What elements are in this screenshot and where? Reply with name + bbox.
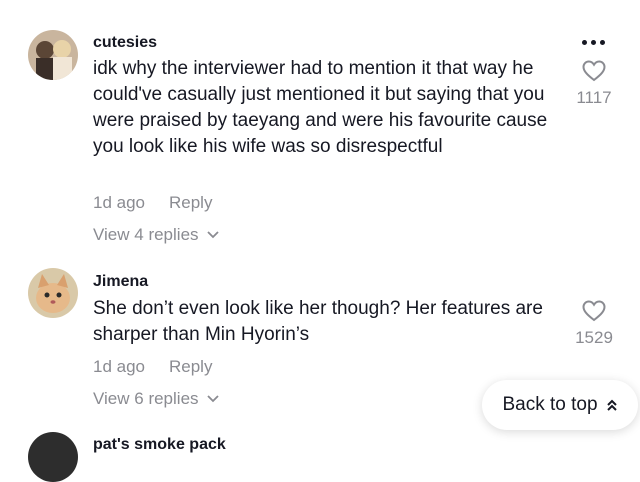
chevron-down-icon [206,395,219,403]
comment-meta: 1d ago Reply [93,357,212,377]
avatar[interactable] [28,432,78,482]
heart-icon [582,300,606,322]
username[interactable]: Jimena [93,273,148,291]
heart-icon [582,60,606,82]
view-replies-label: View 6 replies [93,389,199,408]
comment-text: idk why the interviewer had to mention i… [93,58,548,157]
comment-time: 1d ago [93,193,145,212]
like-button[interactable]: 1529 [564,300,624,348]
like-count: 1529 [575,328,613,347]
like-count: 1117 [576,88,612,107]
double-chevron-up-icon [606,399,617,411]
avatar[interactable] [28,30,78,80]
avatar[interactable] [28,268,78,318]
chevron-down-icon [206,231,219,239]
username[interactable]: cutesies [93,34,157,52]
like-button[interactable]: 1117 [564,60,624,108]
reply-button[interactable]: Reply [169,193,212,213]
view-replies-label: View 4 replies [93,225,199,244]
back-to-top-label: Back to top [502,394,598,415]
view-replies-button[interactable]: View 4 replies [93,225,219,245]
comment-text: She don’t even look like her though? Her… [93,298,543,345]
view-replies-button[interactable]: View 6 replies [93,389,219,409]
username[interactable]: pat's smoke pack [93,436,226,454]
ellipsis-icon[interactable] [582,40,605,45]
reply-button[interactable]: Reply [169,357,212,377]
back-to-top-button[interactable]: Back to top [482,380,638,430]
comment-time: 1d ago [93,357,145,376]
comment-meta: 1d ago Reply [93,193,212,213]
